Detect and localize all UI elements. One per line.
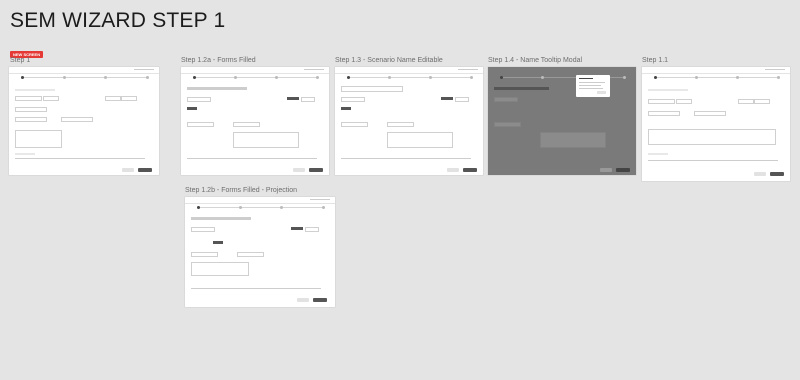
app-header bbox=[185, 197, 335, 204]
wizard-steps bbox=[21, 75, 149, 79]
input-field[interactable] bbox=[494, 122, 521, 127]
frame-step-1-4[interactable] bbox=[488, 67, 636, 175]
input-field[interactable] bbox=[61, 117, 93, 122]
input-field[interactable] bbox=[15, 117, 47, 122]
frame-step-1-3[interactable] bbox=[335, 67, 483, 175]
toggle-option-selected[interactable] bbox=[287, 97, 299, 100]
next-button[interactable] bbox=[770, 172, 784, 176]
wizard-steps bbox=[192, 75, 319, 79]
frame-label-step-1-4: Step 1.4 - Name Tooltip Modal bbox=[488, 57, 583, 64]
frame-step-1-1[interactable] bbox=[642, 67, 790, 181]
input-field[interactable] bbox=[187, 97, 211, 102]
name-tooltip-modal[interactable] bbox=[576, 75, 610, 97]
form-field-label bbox=[648, 89, 688, 91]
input-field[interactable] bbox=[676, 99, 692, 104]
divider bbox=[191, 288, 321, 289]
divider bbox=[187, 158, 317, 159]
input-field[interactable] bbox=[15, 107, 47, 112]
page-title: SEM WIZARD STEP 1 bbox=[10, 9, 226, 32]
modal-ok-button[interactable] bbox=[597, 91, 606, 94]
next-button[interactable] bbox=[138, 168, 152, 172]
toggle-option-selected[interactable] bbox=[213, 241, 223, 244]
textarea[interactable] bbox=[387, 132, 453, 148]
textarea[interactable] bbox=[15, 130, 62, 148]
textarea[interactable] bbox=[191, 262, 249, 276]
wizard-steps bbox=[653, 75, 780, 79]
toggle-option[interactable] bbox=[754, 99, 770, 104]
toggle-option-selected[interactable] bbox=[441, 97, 453, 100]
frame-label-step-1-3: Step 1.3 - Scenario Name Editable bbox=[335, 57, 443, 64]
back-button[interactable] bbox=[754, 172, 766, 176]
back-button[interactable] bbox=[447, 168, 459, 172]
back-button[interactable] bbox=[293, 168, 305, 172]
input-field[interactable] bbox=[341, 97, 365, 102]
toggle-option[interactable] bbox=[301, 97, 315, 102]
divider bbox=[648, 160, 778, 161]
frame-step-1-2b[interactable] bbox=[185, 197, 335, 307]
input-field[interactable] bbox=[15, 96, 42, 101]
scenario-name bbox=[191, 217, 251, 220]
wizard-steps bbox=[346, 75, 473, 79]
section-label bbox=[15, 153, 35, 155]
toggle-option-selected[interactable] bbox=[187, 107, 197, 110]
next-button[interactable] bbox=[616, 168, 630, 172]
input-field[interactable] bbox=[341, 122, 368, 127]
input-field[interactable] bbox=[233, 122, 260, 127]
input-field[interactable] bbox=[494, 97, 518, 102]
input-field[interactable] bbox=[694, 111, 726, 116]
divider bbox=[341, 158, 471, 159]
app-header bbox=[335, 67, 483, 74]
frame-step-1-2a[interactable] bbox=[181, 67, 329, 175]
back-button[interactable] bbox=[600, 168, 612, 172]
divider bbox=[15, 158, 145, 159]
input-field[interactable] bbox=[191, 252, 218, 257]
next-button[interactable] bbox=[309, 168, 323, 172]
frame-label-step-1-1: Step 1.1 bbox=[642, 57, 669, 64]
textarea[interactable] bbox=[648, 129, 776, 145]
textarea[interactable] bbox=[233, 132, 299, 148]
toggle-option-selected[interactable] bbox=[291, 227, 303, 230]
section-label bbox=[648, 153, 668, 155]
input-field[interactable] bbox=[387, 122, 414, 127]
app-header bbox=[181, 67, 329, 74]
textarea[interactable] bbox=[540, 132, 606, 148]
frame-label-step-1-2a: Step 1.2a - Forms Filled bbox=[181, 57, 256, 64]
scenario-name-input[interactable] bbox=[341, 86, 403, 92]
frame-label-step-1-2b: Step 1.2b - Forms Filled - Projection bbox=[185, 187, 298, 194]
form-field-label bbox=[15, 89, 55, 91]
toggle-option[interactable] bbox=[121, 96, 137, 101]
frame-label-step-1: Step 1 bbox=[10, 57, 31, 64]
input-field[interactable] bbox=[187, 122, 214, 127]
toggle-option[interactable] bbox=[305, 227, 319, 232]
app-header bbox=[9, 67, 159, 74]
wizard-steps bbox=[197, 205, 325, 209]
frame-step-1[interactable] bbox=[9, 67, 159, 175]
input-field[interactable] bbox=[648, 99, 675, 104]
next-button[interactable] bbox=[463, 168, 477, 172]
back-button[interactable] bbox=[122, 168, 134, 172]
input-field[interactable] bbox=[648, 111, 680, 116]
toggle-option[interactable] bbox=[455, 97, 469, 102]
toggle-option-selected[interactable] bbox=[341, 107, 351, 110]
app-header bbox=[642, 67, 790, 74]
toggle-option[interactable] bbox=[738, 99, 754, 104]
next-button[interactable] bbox=[313, 298, 327, 302]
scenario-name bbox=[187, 87, 247, 90]
input-field[interactable] bbox=[237, 252, 264, 257]
input-field[interactable] bbox=[43, 96, 59, 101]
scenario-name bbox=[494, 87, 549, 90]
toggle-option[interactable] bbox=[105, 96, 121, 101]
input-field[interactable] bbox=[191, 227, 215, 232]
back-button[interactable] bbox=[297, 298, 309, 302]
